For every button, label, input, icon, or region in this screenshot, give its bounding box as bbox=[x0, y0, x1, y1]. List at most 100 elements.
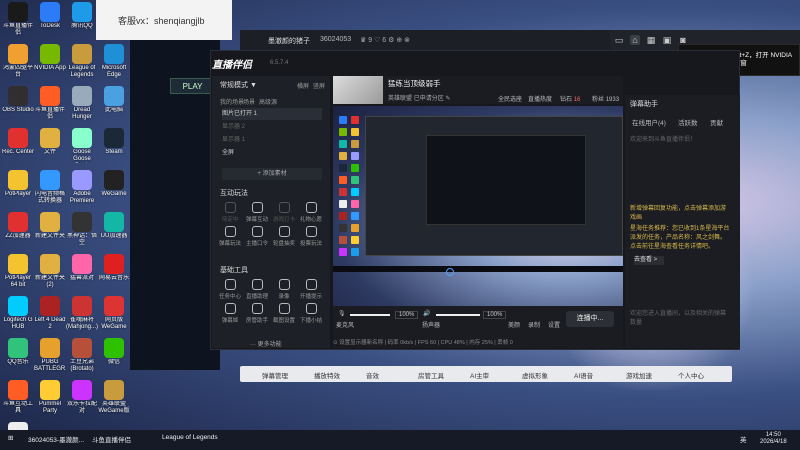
bottom-tool-button[interactable]: 游戏加速 bbox=[626, 370, 652, 380]
taskbar-item[interactable]: 斗鱼直播伴侣 bbox=[92, 434, 131, 444]
chat-icon[interactable]: ▣ bbox=[662, 35, 672, 45]
home-icon[interactable]: ⌂ bbox=[630, 35, 640, 45]
desktop-icon[interactable]: 腾讯QQ bbox=[66, 2, 98, 37]
speaker-slider[interactable] bbox=[436, 314, 480, 316]
desktop-icon[interactable]: ZZ加速器 bbox=[2, 212, 34, 247]
basic-tool[interactable]: 开播提示 bbox=[299, 279, 323, 300]
basic-tool[interactable]: 房管助手 bbox=[245, 303, 269, 324]
tab-scenes[interactable]: 场景 bbox=[243, 97, 255, 106]
scene-item[interactable]: 显示器 1 bbox=[222, 134, 322, 146]
tab-contribution[interactable]: 贡献 bbox=[710, 117, 723, 127]
settings-button[interactable]: 设置 bbox=[548, 320, 560, 329]
play-button[interactable]: PLAY bbox=[170, 78, 215, 94]
desktop-icon[interactable]: 土豆兄弟 (Brotato) bbox=[66, 338, 98, 373]
desktop-icon[interactable]: 闪电音频格式转换器 bbox=[34, 170, 66, 205]
desktop-icon[interactable]: Pummel Party bbox=[34, 380, 66, 415]
basic-tool[interactable]: 弹幕姬 bbox=[218, 303, 242, 324]
desktop-icon[interactable]: 英雄联盟WeGame版 bbox=[98, 380, 130, 415]
bottom-tool-button[interactable]: 个人中心 bbox=[678, 370, 704, 380]
stream-title[interactable]: 猛练当顶级弱手 bbox=[388, 78, 441, 89]
notice-link[interactable]: 去查看 > bbox=[634, 256, 664, 265]
speaker-volume[interactable]: 100% bbox=[483, 311, 507, 319]
desktop-icon[interactable]: 新建文件夹 (2) bbox=[34, 254, 66, 289]
desktop-icon[interactable]: ToDesk bbox=[34, 2, 66, 37]
bottom-tool-button[interactable]: AI主审 bbox=[470, 370, 489, 380]
basic-tool[interactable]: 直播助理 bbox=[245, 279, 269, 300]
desktop-icon[interactable]: 黑神话：悟空 bbox=[66, 212, 98, 247]
desktop-icon[interactable]: 斗鱼互动工具 bbox=[2, 380, 34, 415]
desktop-icon[interactable]: 微信 bbox=[98, 338, 130, 373]
scene-item[interactable]: 显示器 2 bbox=[222, 121, 322, 133]
stream-cover-thumbnail[interactable] bbox=[333, 76, 383, 104]
desktop-icon[interactable]: 网页版WeGame bbox=[98, 296, 130, 331]
mic-volume[interactable]: 100% bbox=[395, 311, 419, 319]
tab-landscape[interactable]: 横屏 bbox=[297, 81, 309, 90]
mic-icon[interactable]: 🎙 bbox=[338, 310, 346, 317]
bottom-tool-button[interactable]: 虚拟形象 bbox=[522, 370, 548, 380]
more-features-button[interactable]: ··· 更多功能 bbox=[250, 339, 282, 348]
desktop-icon[interactable]: 此电脑 bbox=[98, 86, 130, 121]
desktop-icon[interactable]: PotPlayer bbox=[2, 170, 34, 205]
basic-tool[interactable]: 下播小结 bbox=[299, 303, 323, 324]
screen-icon[interactable]: ▭ bbox=[614, 35, 624, 45]
desktop-icon[interactable]: 斗鱼直播伴侣 bbox=[2, 2, 34, 37]
tab-activity[interactable]: 活跃数 bbox=[678, 117, 698, 127]
desktop-icon[interactable]: Dread Hunger bbox=[66, 86, 98, 121]
record-button[interactable]: 录制 bbox=[528, 320, 540, 329]
speaker-icon[interactable]: 🔊 bbox=[423, 310, 430, 317]
grid-icon[interactable]: ▦ bbox=[646, 35, 656, 45]
basic-tool[interactable]: 截图设置 bbox=[272, 303, 296, 324]
mic-slider[interactable] bbox=[350, 314, 390, 316]
desktop-icon[interactable]: OBS Studio bbox=[2, 86, 34, 121]
start-icon[interactable]: ⊞ bbox=[8, 434, 13, 442]
desktop-icon[interactable]: Microsoft Edge bbox=[98, 44, 130, 79]
mode-selector[interactable]: 常规模式 ▼ bbox=[220, 80, 257, 90]
input-language[interactable]: 英 bbox=[740, 434, 747, 444]
interact-tool[interactable]: 游戏打卡 bbox=[272, 202, 296, 223]
basic-tool[interactable]: 任务中心 bbox=[218, 279, 242, 300]
desktop-icon[interactable]: Logitech G HUB bbox=[2, 296, 34, 331]
scene-item[interactable]: 图片已打开 1 bbox=[222, 108, 322, 120]
edit-icon[interactable]: ✎ bbox=[445, 96, 450, 102]
bottom-tool-button[interactable]: AI语音 bbox=[574, 370, 593, 380]
desktop-icon[interactable]: Rec. Center bbox=[2, 128, 34, 163]
tab-advanced-sources[interactable]: 高级源 bbox=[259, 97, 277, 106]
interact-tool[interactable]: 主播口令 bbox=[245, 226, 269, 247]
desktop-icon[interactable]: Adobe Premiere bbox=[66, 170, 98, 205]
desktop-icon[interactable]: 双乐卡拉配对 bbox=[66, 380, 98, 415]
scene-item[interactable]: 全屏 bbox=[222, 147, 322, 159]
tab-portrait[interactable]: 竖屏 bbox=[313, 81, 325, 90]
desktop-icon[interactable]: 斗鱼直播伴侣 bbox=[34, 86, 66, 121]
beauty-button[interactable]: 美颜 bbox=[508, 320, 520, 329]
bottom-tool-button[interactable]: 播放特效 bbox=[314, 370, 340, 380]
clock[interactable]: 14:50 2026/4/18 bbox=[760, 432, 787, 446]
desktop-icon[interactable]: UU加速器 bbox=[98, 212, 130, 247]
desktop-icon[interactable]: WeGame bbox=[98, 170, 130, 205]
go-live-button[interactable]: 连播中... bbox=[566, 311, 614, 327]
interact-tool[interactable]: 弹幕玩法 bbox=[218, 226, 242, 247]
desktop-icon[interactable]: League of Legends bbox=[66, 44, 98, 79]
interact-tool[interactable]: 礼物心愿 bbox=[299, 202, 323, 223]
desktop-icon[interactable]: 文件 bbox=[34, 128, 66, 163]
desktop-icon[interactable]: PotPlayer 64 bit bbox=[2, 254, 34, 289]
basic-tool[interactable]: 录像 bbox=[272, 279, 296, 300]
bottom-tool-button[interactable]: 房管工具 bbox=[418, 370, 444, 380]
desktop-icon[interactable]: QQ音乐 bbox=[2, 338, 34, 373]
desktop-icon[interactable]: Steam bbox=[98, 128, 130, 163]
desktop-icon[interactable]: PUBG BATTLEGR... bbox=[34, 338, 66, 373]
interact-tool[interactable]: 投票玩法 bbox=[299, 226, 323, 247]
bottom-tool-button[interactable]: 弹幕管理 bbox=[262, 370, 288, 380]
desktop-icon[interactable]: NVIDIA App bbox=[34, 44, 66, 79]
desktop-icon[interactable]: 鸿蒙四驱平台 bbox=[2, 44, 34, 79]
bottom-tool-button[interactable]: 音效 bbox=[366, 370, 379, 380]
taskbar-item[interactable]: League of Legends bbox=[162, 434, 218, 441]
stream-preview[interactable] bbox=[333, 106, 623, 306]
taskbar-item[interactable]: 36024053-墨澈颜... bbox=[28, 434, 84, 444]
category-tag[interactable]: 已申请分区 bbox=[414, 96, 444, 102]
desktop-icon[interactable]: Left 4 Dead 2 bbox=[34, 296, 66, 331]
tab-online-users[interactable]: 在线用户(4) bbox=[632, 117, 666, 127]
interact-tool[interactable]: 轮盘抽奖 bbox=[272, 226, 296, 247]
desktop-icon[interactable]: 新建文件夹 bbox=[34, 212, 66, 247]
interact-tool[interactable]: 待定中 bbox=[218, 202, 242, 223]
desktop-icon[interactable]: 猛兽派对 bbox=[66, 254, 98, 289]
